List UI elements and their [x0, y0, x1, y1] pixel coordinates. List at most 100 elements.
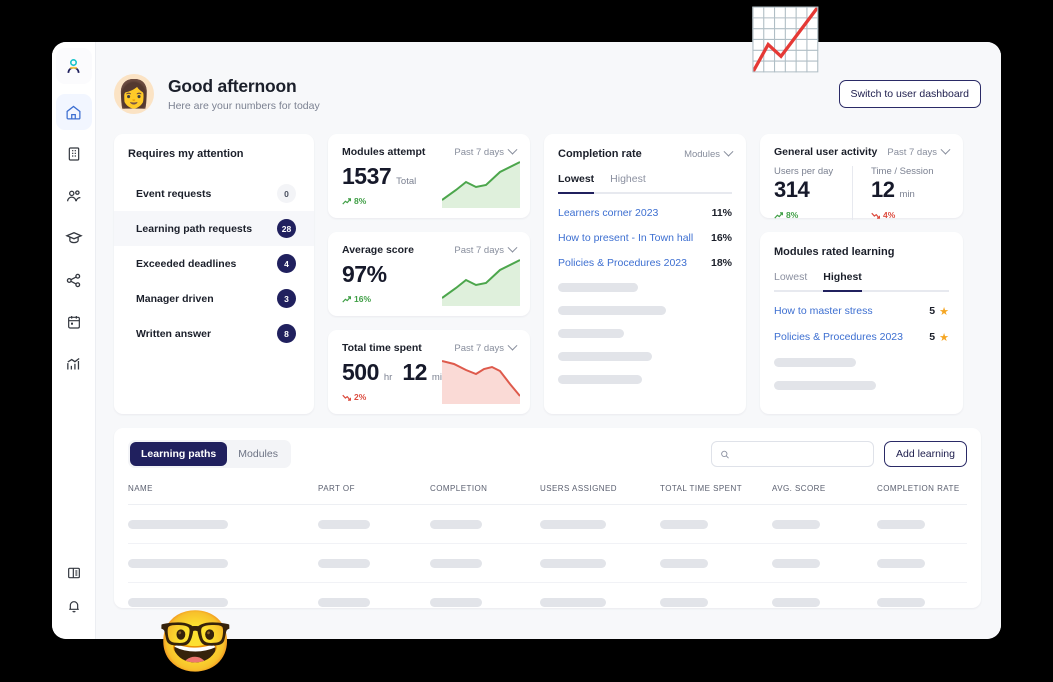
avatar-emoji: 👩 — [117, 78, 151, 109]
switch-to-user-dashboard-button[interactable]: Switch to user dashboard — [838, 80, 981, 108]
chevron-down-icon — [507, 340, 518, 351]
activity-range-dropdown[interactable]: Past 7 days — [887, 144, 951, 158]
metric-value: 500 — [342, 359, 379, 385]
nerd-face-emoji: 🤓 — [158, 608, 233, 675]
rank-item-value: 16% — [710, 231, 732, 244]
table-row[interactable] — [128, 544, 967, 583]
table-cell — [772, 597, 877, 607]
table-row[interactable] — [128, 583, 967, 608]
table-cell — [877, 597, 981, 607]
metric-delta-value: 16% — [354, 294, 372, 304]
metric-delta-value: 8% — [354, 196, 367, 206]
building-icon — [68, 147, 79, 161]
chart-icon — [67, 357, 80, 369]
attention-item[interactable]: Exceeded deadlines 4 — [114, 246, 314, 281]
sidebar-item-layout[interactable] — [56, 555, 92, 591]
table-tab[interactable]: Modules — [227, 442, 289, 466]
table-body — [128, 505, 967, 608]
rated-active-indicator — [823, 290, 862, 292]
completion-rate-card: Completion rate Modules Lowest Highest Le… — [544, 134, 746, 414]
add-learning-button[interactable]: Add learning — [884, 441, 967, 467]
users-per-day-delta: 8% — [774, 210, 852, 220]
graduation-cap-icon — [64, 232, 83, 244]
completion-placeholder-list — [558, 282, 732, 384]
table-cell — [877, 558, 981, 568]
tab-highest[interactable]: Highest — [823, 271, 862, 290]
list-item[interactable]: How to master stress 5 ★ — [774, 305, 949, 318]
rank-item-name[interactable]: Policies & Procedures 2023 — [558, 257, 687, 269]
placeholder-bar — [558, 305, 666, 315]
header-actions: Switch to user dashboard — [838, 80, 981, 108]
requires-attention-card: Requires my attention Event requests 0 L… — [114, 134, 314, 414]
trend-down-icon — [342, 394, 351, 401]
time-per-session-value: 12 — [871, 177, 895, 202]
rank-item-name[interactable]: How to present - In Town hall — [558, 232, 693, 244]
modules-rated-card: Modules rated learning Lowest Highest How… — [760, 232, 963, 414]
attention-item[interactable]: Manager driven 3 — [114, 281, 314, 316]
list-item[interactable]: Policies & Procedures 2023 5 ★ — [774, 331, 949, 344]
metric-title: Total time spent — [342, 342, 422, 354]
chart-increasing-emoji: 📈 — [748, 6, 823, 73]
metric-range-dropdown[interactable]: Past 7 days — [454, 340, 518, 354]
metric-card: Average score Past 7 days 97% 16% — [328, 232, 530, 316]
trend-up-icon — [342, 197, 351, 205]
tab-lowest[interactable]: Lowest — [558, 173, 594, 192]
list-item[interactable]: Policies & Procedures 2023 18% — [558, 257, 732, 269]
completion-rank-list: Learners corner 2023 11% How to present … — [558, 207, 732, 269]
bell-icon — [68, 601, 79, 613]
metric-range-dropdown[interactable]: Past 7 days — [454, 144, 518, 158]
rank-item-name[interactable]: Learners corner 2023 — [558, 207, 658, 219]
table-cell — [318, 519, 430, 529]
placeholder-bar — [558, 351, 652, 361]
metric-value: 97% — [342, 261, 387, 287]
star-icon: ★ — [939, 305, 949, 318]
attention-item-label: Learning path requests — [136, 222, 253, 235]
table-tab[interactable]: Learning paths — [130, 442, 228, 466]
sidebar-item-notifications[interactable] — [56, 597, 92, 633]
attention-item-label: Exceeded deadlines — [136, 257, 237, 270]
avatar-icon — [67, 58, 80, 73]
sparkline-chart — [442, 259, 520, 306]
placeholder-bar — [558, 374, 642, 384]
trend-down-icon — [871, 212, 880, 219]
completion-filter-dropdown[interactable]: Modules — [684, 146, 734, 160]
tab-highest[interactable]: Highest — [610, 173, 646, 192]
rating-value: 5 — [929, 331, 936, 343]
attention-item[interactable]: Learning path requests 28 — [114, 211, 314, 246]
sidebar-item-user-avatar[interactable] — [55, 48, 92, 84]
sidebar-item-reports[interactable] — [56, 346, 92, 382]
table-cell — [128, 558, 318, 568]
sidebar-item-company[interactable] — [56, 136, 92, 172]
search-box[interactable] — [711, 441, 875, 467]
rank-item-name[interactable]: Policies & Procedures 2023 — [774, 331, 903, 343]
tab-lowest[interactable]: Lowest — [774, 271, 807, 290]
rated-tabs: Lowest Highest — [774, 271, 949, 290]
activity-range-label: Past 7 days — [887, 146, 937, 158]
list-item[interactable]: How to present - In Town hall 16% — [558, 232, 732, 244]
general-user-activity-card: General user activity Past 7 days Users … — [760, 134, 963, 221]
metric-card: Modules attempt Past 7 days 1537 Total 8… — [328, 134, 530, 218]
panel-icon — [67, 567, 80, 579]
activity-title: General user activity — [774, 146, 878, 158]
rank-item-name[interactable]: How to master stress — [774, 305, 873, 317]
table-row[interactable] — [128, 505, 967, 544]
column-header: NAME — [128, 484, 153, 493]
status-badge: 8 — [277, 324, 296, 343]
table-cell — [128, 519, 318, 529]
sidebar-item-people[interactable] — [56, 178, 92, 214]
sidebar-item-learning[interactable] — [56, 220, 92, 256]
list-item[interactable]: Learners corner 2023 11% — [558, 207, 732, 219]
attention-item[interactable]: Written answer 8 — [114, 316, 314, 351]
avatar: 👩 — [114, 74, 154, 114]
sidebar-item-home[interactable] — [55, 94, 92, 130]
status-badge: 4 — [277, 254, 296, 273]
table-cell — [128, 597, 318, 607]
metric-unit: Total — [396, 176, 417, 187]
attention-item[interactable]: Event requests 0 — [114, 176, 314, 211]
sidebar-item-share[interactable] — [56, 262, 92, 298]
sidebar-item-calendar[interactable] — [56, 304, 92, 340]
status-badge: 3 — [277, 289, 296, 308]
trend-up-icon — [342, 295, 351, 303]
search-input[interactable] — [735, 448, 866, 460]
metric-range-dropdown[interactable]: Past 7 days — [454, 242, 518, 256]
